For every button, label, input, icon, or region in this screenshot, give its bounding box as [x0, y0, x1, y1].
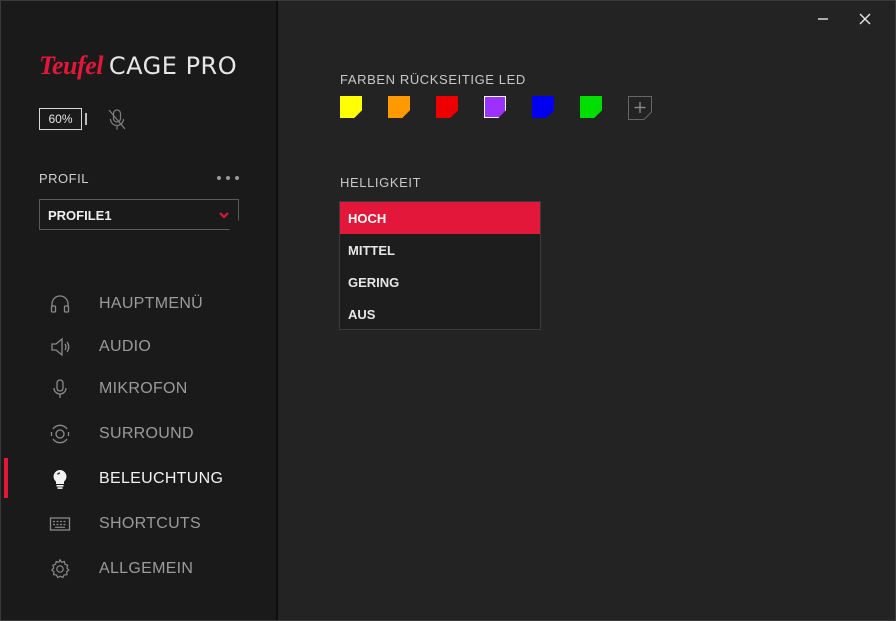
sidebar: Teufel CAGE PRO 60% PROFIL PROFILE1 HAUP… [1, 1, 278, 620]
brightness-option-label: HOCH [348, 211, 387, 226]
brightness-title: HELLIGKEIT [340, 175, 422, 190]
brightness-option-gering[interactable]: GERING [340, 266, 540, 298]
sidebar-item-beleuchtung[interactable]: BELEUCHTUNG [1, 458, 276, 498]
sidebar-item-label: MIKROFON [99, 380, 188, 397]
app-window: Teufel CAGE PRO 60% PROFIL PROFILE1 HAUP… [0, 0, 896, 621]
profile-more-icon[interactable] [213, 169, 243, 187]
add-color-icon[interactable] [628, 96, 652, 120]
sidebar-item-mikrofon[interactable]: MIKROFON [1, 368, 276, 408]
color-swatch-yellow[interactable] [340, 96, 362, 118]
brightness-option-mittel[interactable]: MITTEL [340, 234, 540, 266]
brand-logo: Teufel CAGE PRO [39, 51, 238, 80]
color-swatch-green[interactable] [580, 96, 602, 118]
speaker-icon [51, 337, 70, 357]
battery-tip [85, 113, 87, 125]
mic-muted-icon[interactable] [107, 108, 127, 132]
led-colors-title: FARBEN RÜCKSEITIGE LED [340, 72, 526, 87]
surround-icon [50, 424, 70, 444]
brightness-dropdown: HOCH MITTEL GERING AUS [339, 201, 541, 330]
sidebar-item-label: AUDIO [99, 338, 152, 355]
keyboard-icon [49, 517, 71, 531]
sidebar-item-label: ALLGEMEIN [99, 560, 194, 577]
lightbulb-icon [53, 470, 67, 489]
brightness-option-label: GERING [348, 275, 400, 290]
gear-icon [50, 558, 70, 579]
brightness-option-label: AUS [348, 307, 376, 322]
profile-select-value: PROFILE1 [48, 208, 112, 223]
sidebar-item-hauptmenu[interactable]: HAUPTMENÜ [1, 283, 276, 323]
sidebar-item-label: BELEUCHTUNG [99, 470, 224, 487]
sidebar-item-shortcuts[interactable]: SHORTCUTS [1, 503, 276, 543]
sidebar-item-label: SURROUND [99, 425, 194, 442]
brightness-option-aus[interactable]: AUS [340, 298, 540, 330]
color-swatch-orange[interactable] [388, 96, 410, 118]
brightness-option-label: MITTEL [348, 243, 395, 258]
chevron-down-icon [218, 210, 230, 220]
minimize-icon[interactable] [813, 9, 833, 29]
color-swatch-red[interactable] [436, 96, 458, 118]
profile-select[interactable]: PROFILE1 [39, 199, 239, 230]
brightness-option-hoch[interactable]: HOCH [340, 202, 540, 234]
microphone-icon [53, 379, 67, 398]
close-icon[interactable] [855, 9, 875, 29]
color-swatch-purple[interactable] [484, 96, 506, 118]
headphones-icon [50, 295, 70, 313]
battery-indicator: 60% [39, 108, 82, 130]
sidebar-item-surround[interactable]: SURROUND [1, 413, 276, 453]
brand-product: CAGE PRO [108, 52, 238, 80]
sidebar-item-audio[interactable]: AUDIO [1, 326, 276, 366]
color-swatch-blue[interactable] [532, 96, 554, 118]
sidebar-item-label: HAUPTMENÜ [99, 295, 204, 312]
sidebar-item-allgemein[interactable]: ALLGEMEIN [1, 548, 276, 588]
brand-teufel: Teufel [39, 51, 103, 80]
sidebar-item-label: SHORTCUTS [99, 515, 201, 532]
profile-label: PROFIL [39, 171, 89, 186]
